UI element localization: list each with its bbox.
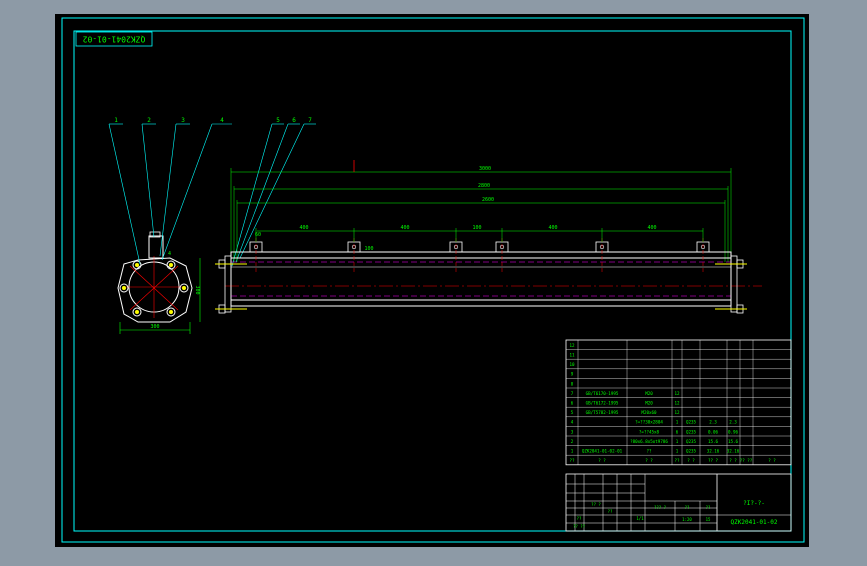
bom-cell-qty: 12 [674,410,680,415]
dim-text-pitch: 400 [299,225,308,231]
end-view-height-dim: 300 [194,285,200,294]
bom-cell-no: 10 [569,362,575,367]
bom-cell-w1: 32.16 [707,449,720,454]
cad-viewport[interactable]: QZK2041-01-02 300 300 4 1234567 3000 280… [0,0,867,562]
bom-cell-w2: 32.16 [727,449,740,454]
bolt-head [169,263,173,267]
title-sig: ?? [608,509,613,514]
drawing-name: ?I?-?- [743,500,765,507]
bom-header-name: ? ? [645,458,653,463]
bom-cell-no: 11 [569,353,575,358]
bom-cell-qty: 12 [674,391,680,396]
bom-cell-name: M20 [645,391,653,396]
drawing-sheet: QZK2041-01-02 300 300 4 1234567 3000 280… [55,14,809,547]
bolt-head [122,286,126,290]
bom-header-mat: ? ? [687,458,695,463]
bom-header-qty: ?? [674,458,680,463]
dim-text-pitch: 400 [647,225,656,231]
title-mark-b: ?? ?? [573,524,586,529]
bom-cell-qty: 12 [674,401,680,406]
dim-text-overall: 3000 [479,166,491,172]
bom-cell-w2: 0.96 [728,429,739,434]
dim-text-pitch: 400 [400,225,409,231]
bolt-head [182,286,186,290]
bom-cell-w2: 15.6 [728,439,739,444]
dim-text-inner: 2600 [482,197,494,203]
bom-cell-mat: Q235 [686,439,697,444]
drawing-code: QZK2041-01-02 [731,519,778,526]
bom-cell-mat: Q235 [686,420,697,425]
bom-cell-mat: Q235 [686,429,697,434]
bom-header-no: ?? [569,458,575,463]
balloon-number: 7 [308,117,312,124]
sheet-info: ??? ? [654,505,667,510]
balloon-number: 1 [114,117,118,124]
bom-cell-code: GB/T6170-1995 [586,391,619,396]
dim-text-pitch: 400 [548,225,557,231]
end-view-small-dim: 4 [168,251,171,257]
bom-cell-name: M20 [645,401,653,406]
bom-cell-code: QZK2041-01-02-01 [582,449,623,454]
balloon-number: 3 [181,117,185,124]
bom-cell-name: ?∞??38x2804 [635,420,663,425]
bom-cell-name: M20x60 [641,410,657,415]
bom-header-w1: ?? ? [708,458,719,463]
bom-cell-name: ?∞??45x8 [639,429,660,434]
weight-label: ?? [685,505,690,510]
balloon-number: 6 [292,117,296,124]
bolt-head [135,263,139,267]
bom-cell-no: 12 [569,343,575,348]
balloon-number: 4 [220,117,224,124]
bom-cell-code: GB/T6172-1995 [586,401,619,406]
bom-cell-name: ?? [646,449,652,454]
bom-cell-mat: Q235 [686,449,697,454]
sheet-background [55,14,809,547]
bom-header-code: ? ? [598,458,606,463]
bolt-head [135,310,139,314]
title-mark-a: ?? [577,516,582,521]
title-row-text: ?? ? [591,502,601,507]
title-page: 1/1 [636,516,644,521]
bom-header-w2: ? ? [729,458,737,463]
bom-header-extra1: ?? ?? [740,458,753,463]
bom-cell-w2: 2.3 [729,420,737,425]
bom-header-extra2: ? ? [768,458,776,463]
bom-cell-w1: 15.6 [708,439,719,444]
dim-text-pitch: 100 [472,225,481,231]
count-value: 15 [706,517,711,522]
bolt-head [169,310,173,314]
end-view-width-dim: 300 [150,324,159,330]
balloon-number: 2 [147,117,151,124]
bom-cell-code: GB/T5782-1995 [586,410,619,415]
bom-cell-w1: 2.3 [709,420,717,425]
bom-cell-w1: 0.06 [708,429,719,434]
dim-text-mid: 2800 [478,183,490,189]
scale-value: 1:20 [682,517,692,522]
bom-cell-name: ?80x6.8x5ot9786 [630,439,668,444]
scale-label: ?? [706,505,711,510]
balloon-number: 5 [276,117,280,124]
code-block-text: QZK2041-01-02 [83,35,146,44]
dim-text-local: 100 [364,246,373,252]
